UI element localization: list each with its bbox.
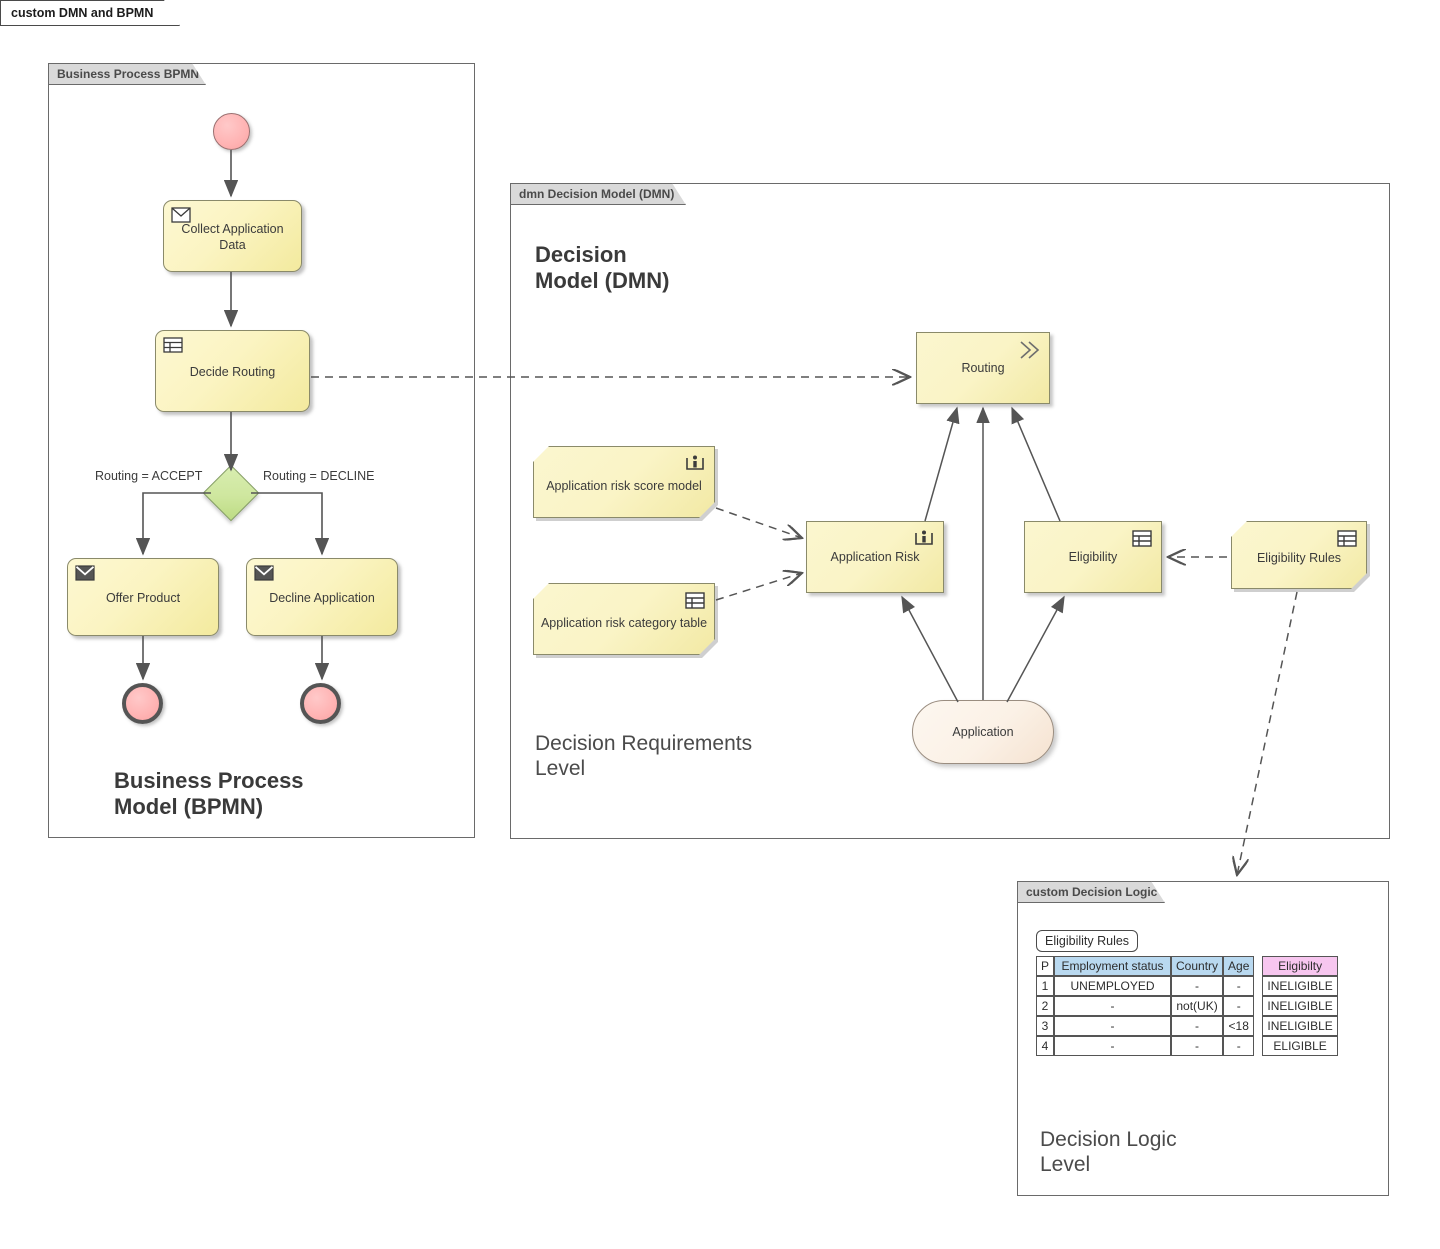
envelope-icon [171, 207, 191, 223]
bpmn-frame-tab: Business Process BPMN [48, 63, 206, 85]
diagram-title-tab: custom DMN and BPMN [0, 0, 180, 26]
bpmn-task-label: Decline Application [269, 591, 375, 606]
th-age: Age [1223, 956, 1255, 976]
dmn-frame-tab: dmn Decision Model (DMN) [510, 183, 686, 205]
cell-eligibility: INELIGIBLE [1262, 976, 1338, 996]
dmn-level-caption: Decision Requirements Level [535, 732, 753, 780]
table-gap [1254, 1036, 1263, 1056]
decision-table: P Employment status Country Age Eligibil… [1036, 956, 1338, 1056]
bpmn-end-event-accept[interactable] [122, 683, 163, 724]
cell-country: not(UK) [1171, 996, 1224, 1016]
table-row[interactable]: 2 - not(UK) - INELIGIBLE [1036, 996, 1338, 1016]
decision-table-name: Eligibility Rules [1036, 930, 1139, 952]
table-gap [1254, 996, 1263, 1016]
bpmn-task-label: Decide Routing [189, 365, 276, 380]
dmn-decision-routing[interactable]: Routing [916, 332, 1050, 404]
chevron-double-icon [1020, 341, 1040, 359]
table-gap [1254, 1016, 1263, 1036]
dmn-decision-label: Routing [961, 361, 1005, 375]
dmn-decision-application-risk[interactable]: Application Risk [806, 521, 944, 593]
bpmn-end-event-decline[interactable] [300, 683, 341, 724]
cell-age: - [1223, 996, 1255, 1016]
cell-age: - [1223, 976, 1255, 996]
dmn-bkm-eligibility-rules[interactable]: Eligibility Rules [1231, 521, 1367, 589]
bpmn-level-caption: Business Process Model (BPMN) [114, 768, 304, 819]
bpmn-task-label: Collect Application Data [181, 222, 284, 252]
dmn-input-data-label: Application [952, 725, 1014, 739]
dmn-bkm-application-risk-category-table[interactable]: Application risk category table [533, 583, 715, 655]
envelope-filled-icon [75, 565, 95, 581]
dmn-bkm-label: Application risk category table [540, 616, 708, 630]
cell-country: - [1171, 1036, 1224, 1056]
bkm-person-icon [915, 530, 933, 545]
cell-eligibility: INELIGIBLE [1262, 996, 1338, 1016]
cell-priority: 2 [1036, 996, 1055, 1016]
decision-logic-level-caption: Decision Logic Level [1040, 1128, 1177, 1176]
dmn-decision-label: Eligibility [1068, 550, 1118, 564]
cell-priority: 1 [1036, 976, 1055, 996]
cell-employment: - [1054, 1036, 1172, 1056]
table-row[interactable]: 4 - - - ELIGIBLE [1036, 1036, 1338, 1056]
table-icon [1336, 529, 1358, 549]
bpmn-start-event[interactable] [213, 113, 250, 150]
bpmn-task-decline-application[interactable]: Decline Application [246, 558, 398, 636]
dmn-bkm-label: Application risk score model [546, 479, 702, 493]
cell-eligibility: INELIGIBLE [1262, 1016, 1338, 1036]
dmn-decision-eligibility[interactable]: Eligibility [1024, 521, 1162, 593]
cell-employment: - [1054, 1016, 1172, 1036]
th-eligibility: Eligibilty [1262, 956, 1338, 976]
table-icon [1132, 530, 1152, 547]
cell-priority: 4 [1036, 1036, 1055, 1056]
cell-employment: UNEMPLOYED [1054, 976, 1172, 996]
diagram-title: custom DMN and BPMN [11, 6, 154, 20]
decision-table-header-row: P Employment status Country Age Eligibil… [1036, 956, 1338, 976]
dmn-bkm-label: Eligibility Rules [1256, 551, 1342, 565]
bpmn-frame-tab-label: Business Process BPMN [57, 67, 200, 81]
cell-employment: - [1054, 996, 1172, 1016]
bkm-person-icon [684, 454, 706, 474]
cell-age: - [1223, 1036, 1255, 1056]
th-priority: P [1036, 956, 1055, 976]
bpmn-task-offer-product[interactable]: Offer Product [67, 558, 219, 636]
decision-table-name-label: Eligibility Rules [1045, 934, 1130, 948]
dmn-frame-tab-label: dmn Decision Model (DMN) [519, 187, 675, 201]
dmn-decision-label: Application Risk [830, 550, 920, 564]
bpmn-frame: Business Process BPMN [48, 63, 475, 838]
bpmn-task-decide-routing[interactable]: Decide Routing [155, 330, 310, 412]
th-employment: Employment status [1054, 956, 1172, 976]
cell-country: - [1171, 976, 1224, 996]
table-gap [1254, 956, 1263, 976]
decision-logic-frame-tab: custom Decision Logic [1017, 881, 1165, 903]
table-gap [1254, 976, 1263, 996]
bpmn-task-collect-application-data[interactable]: Collect Application Data [163, 200, 302, 272]
bpmn-flow-label-accept: Routing = ACCEPT [95, 469, 203, 483]
table-row[interactable]: 1 UNEMPLOYED - - INELIGIBLE [1036, 976, 1338, 996]
cell-age: <18 [1223, 1016, 1255, 1036]
th-country: Country [1171, 956, 1224, 976]
bpmn-flow-label-decline: Routing = DECLINE [263, 469, 375, 483]
bpmn-task-label: Offer Product [105, 591, 181, 606]
table-icon [163, 337, 183, 353]
decision-logic-frame-tab-label: custom Decision Logic [1026, 885, 1158, 899]
envelope-filled-icon [254, 565, 274, 581]
cell-eligibility: ELIGIBLE [1262, 1036, 1338, 1056]
dmn-frame-title: Decision Model (DMN) [535, 242, 670, 293]
dmn-input-data-application[interactable]: Application [912, 700, 1054, 764]
table-icon [684, 591, 706, 611]
cell-country: - [1171, 1016, 1224, 1036]
dmn-bkm-application-risk-score-model[interactable]: Application risk score model [533, 446, 715, 518]
cell-priority: 3 [1036, 1016, 1055, 1036]
table-row[interactable]: 3 - - <18 INELIGIBLE [1036, 1016, 1338, 1036]
